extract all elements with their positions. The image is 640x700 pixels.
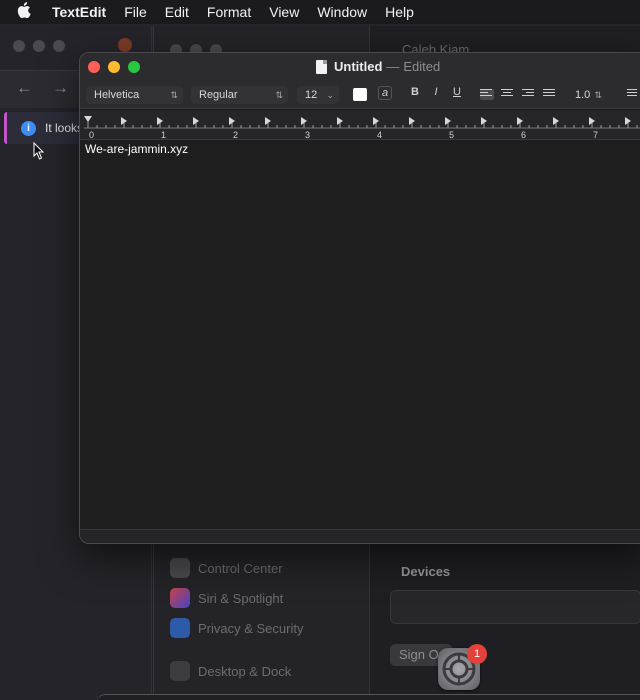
- document-icon: [316, 59, 327, 74]
- ruler-number: 2: [233, 130, 238, 140]
- ruler-number: 0: [89, 130, 94, 140]
- back-arrow-icon[interactable]: ←: [16, 78, 33, 98]
- document-text[interactable]: We-are-jammin.xyz: [85, 142, 188, 156]
- menu-app-name[interactable]: TextEdit: [48, 4, 115, 20]
- underline-button[interactable]: U: [449, 86, 465, 98]
- chevron-down-icon: ⌄: [326, 90, 334, 100]
- menu-view[interactable]: View: [260, 4, 308, 20]
- line-spacing-select[interactable]: 1.0 ⇅: [567, 86, 607, 104]
- ruler-number: 3: [305, 130, 310, 140]
- zoom-button[interactable]: [128, 61, 140, 73]
- sidebar-item-label: Control Center: [198, 560, 283, 576]
- desktop: TextEdit File Edit Format View Window He…: [0, 0, 640, 700]
- browser-close-button[interactable]: [13, 40, 25, 52]
- chevron-updown-icon: ⇅: [275, 90, 283, 100]
- ruler-number: 6: [521, 130, 526, 140]
- hand-icon: [170, 618, 190, 638]
- control-center-icon: [170, 558, 190, 578]
- sidebar-item-desktop-dock[interactable]: Desktop & Dock: [170, 659, 291, 683]
- sidebar-item-label: Siri & Spotlight: [198, 590, 284, 606]
- sidebar-item-siri[interactable]: Siri & Spotlight: [170, 586, 283, 610]
- ruler-scale: 0 1 2 3 4 5 6 7: [84, 116, 640, 140]
- line-spacing-value: 1.0: [575, 89, 591, 101]
- window-bottom-bar: [80, 529, 640, 543]
- align-justify-icon[interactable]: [543, 89, 557, 100]
- minimize-button[interactable]: [108, 61, 120, 73]
- sidebar-item-label: Desktop & Dock: [198, 663, 292, 679]
- font-style-select[interactable]: Regular ⇅: [191, 86, 288, 104]
- browser-minimize-button[interactable]: [33, 40, 45, 52]
- dock-icon: [170, 661, 190, 681]
- window-title-group: Untitled — Edited: [316, 59, 440, 74]
- font-size-select[interactable]: 12 ⌄: [297, 86, 339, 104]
- close-button[interactable]: [88, 61, 100, 73]
- sidebar-item-privacy[interactable]: Privacy & Security: [170, 616, 303, 640]
- notification-badge: 1: [467, 644, 487, 664]
- font-style-value: Regular: [199, 89, 238, 101]
- menu-help[interactable]: Help: [376, 4, 423, 20]
- list-bullets-icon[interactable]: [623, 89, 637, 100]
- ruler-number: 7: [593, 130, 598, 140]
- menu-edit[interactable]: Edit: [156, 4, 198, 20]
- textedit-window: Untitled — Edited Helvetica ⇅ Regular ⇅ …: [79, 52, 640, 544]
- chevron-updown-icon: ⇅: [170, 90, 178, 100]
- mouse-cursor-icon: [33, 142, 45, 160]
- font-size-value: 12: [305, 89, 318, 101]
- forward-arrow-icon[interactable]: →: [52, 78, 69, 98]
- extension-icon[interactable]: [118, 38, 132, 52]
- sidebar-item-control-center[interactable]: Control Center: [170, 556, 283, 580]
- title-separator: —: [386, 59, 400, 74]
- info-banner-text: It looks: [45, 121, 84, 135]
- align-left-icon[interactable]: [480, 89, 494, 100]
- document-body[interactable]: We-are-jammin.xyz: [80, 140, 640, 529]
- menu-file[interactable]: File: [115, 4, 156, 20]
- title-bar[interactable]: Untitled — Edited: [80, 53, 640, 81]
- devices-list[interactable]: [390, 590, 640, 624]
- align-center-icon[interactable]: [501, 89, 515, 100]
- siri-icon: [170, 588, 190, 608]
- ruler-number: 5: [449, 130, 454, 140]
- text-background-color-icon[interactable]: a: [378, 86, 392, 100]
- edited-status: Edited: [403, 59, 441, 74]
- devices-label: Devices: [401, 564, 451, 579]
- indent-marker: [84, 116, 92, 122]
- browser-zoom-button[interactable]: [53, 40, 65, 52]
- font-family-value: Helvetica: [94, 89, 140, 101]
- bold-button[interactable]: B: [407, 86, 423, 98]
- ruler[interactable]: 0 1 2 3 4 5 6 7: [80, 110, 640, 140]
- chevron-updown-icon: ⇅: [594, 90, 602, 100]
- ruler-number: 1: [161, 130, 166, 140]
- menu-bar: TextEdit File Edit Format View Window He…: [0, 0, 640, 24]
- menu-format[interactable]: Format: [198, 4, 260, 20]
- ruler-number: 4: [377, 130, 382, 140]
- sidebar-item-label: Privacy & Security: [198, 620, 304, 636]
- info-icon: i: [21, 120, 36, 136]
- menu-window[interactable]: Window: [308, 4, 376, 20]
- italic-button[interactable]: I: [428, 86, 444, 98]
- text-color-well[interactable]: [353, 88, 367, 101]
- window-title: Untitled: [334, 59, 383, 74]
- apple-icon[interactable]: [0, 2, 48, 22]
- dock: [96, 694, 640, 700]
- font-family-select[interactable]: Helvetica ⇅: [86, 86, 183, 104]
- align-right-icon[interactable]: [522, 89, 536, 100]
